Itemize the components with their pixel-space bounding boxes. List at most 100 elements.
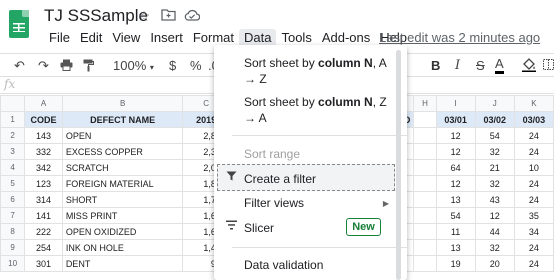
strikethrough-button[interactable]: S [476,57,485,74]
table-cell[interactable]: 03/01 [435,111,476,128]
table-cell[interactable]: 254 [24,239,63,256]
bold-button[interactable]: B [431,57,440,74]
table-cell[interactable]: 314 [24,191,63,208]
menu-insert[interactable]: Insert [145,29,188,48]
paint-format-icon[interactable] [83,57,94,76]
table-cell[interactable]: 35 [513,207,554,224]
table-cell[interactable]: 12 [474,207,515,224]
table-cell[interactable] [413,223,437,240]
table-cell[interactable]: 19 [435,255,476,272]
table-cell[interactable]: 24 [513,239,554,256]
text-color-button[interactable]: A [495,57,504,74]
table-cell[interactable]: 12 [435,127,476,144]
italic-button[interactable]: I [455,57,460,74]
percent-button[interactable]: % [190,57,202,74]
column-header[interactable]: A [24,95,63,112]
row-header[interactable]: 4 [0,159,26,176]
table-cell[interactable]: 143 [24,127,63,144]
table-cell[interactable]: DEFECT NAME [61,111,184,128]
table-cell[interactable]: 24 [513,255,554,272]
menu-view[interactable]: View [107,29,145,48]
row-header[interactable]: 2 [0,127,26,144]
star-icon[interactable]: ☆ [136,8,152,25]
table-cell[interactable]: 32 [474,175,515,192]
table-cell[interactable]: 20 [474,255,515,272]
table-cell[interactable]: OPEN OXIDIZED [61,223,184,240]
table-cell[interactable] [413,207,437,224]
table-cell[interactable]: 301 [24,255,63,272]
menu-file[interactable]: File [44,29,75,48]
menu-edit[interactable]: Edit [75,29,107,48]
undo-icon[interactable]: ↶ [14,57,25,74]
table-cell[interactable]: 332 [24,143,63,160]
row-header[interactable]: 8 [0,223,26,240]
table-cell[interactable]: 24 [513,143,554,160]
row-header[interactable]: 10 [0,255,26,272]
borders-icon[interactable] [543,57,554,75]
menu-item-filter-views[interactable]: Filter views [214,195,407,211]
select-all-corner[interactable] [0,95,26,112]
table-cell[interactable]: 24 [513,127,554,144]
table-cell[interactable] [413,175,437,192]
row-header[interactable]: 7 [0,207,26,224]
print-icon[interactable] [60,57,73,75]
menu-item-create-filter[interactable]: Create a filter [214,171,407,187]
table-cell[interactable]: 11 [435,223,476,240]
document-title[interactable]: TJ SSSample [44,6,148,26]
table-cell[interactable]: 54 [474,127,515,144]
table-cell[interactable]: 24 [513,175,554,192]
table-cell[interactable]: 43 [474,191,515,208]
menu-item-sort-sheet-az[interactable]: Sort sheet by column N, A → Z [214,55,407,87]
row-header[interactable]: 3 [0,143,26,160]
column-header[interactable]: B [61,95,184,112]
table-cell[interactable]: OPEN [61,127,184,144]
table-cell[interactable]: 222 [24,223,63,240]
redo-icon[interactable]: ↷ [38,57,49,74]
table-cell[interactable]: 10 [513,159,554,176]
row-header[interactable]: 9 [0,239,26,256]
table-cell[interactable] [413,191,437,208]
table-cell[interactable]: 21 [474,159,515,176]
column-header[interactable]: K [513,95,554,112]
row-header[interactable]: 5 [0,175,26,192]
sheets-logo-icon[interactable] [9,10,29,38]
table-cell[interactable]: FOREIGN MATERIAL [61,175,184,192]
table-cell[interactable]: 342 [24,159,63,176]
table-cell[interactable]: 24 [513,191,554,208]
table-cell[interactable]: 12 [435,175,476,192]
table-cell[interactable] [413,255,437,272]
menu-item-data-validation[interactable]: Data validation [214,257,407,273]
table-cell[interactable]: 03/03 [513,111,554,128]
table-cell[interactable]: 123 [24,175,63,192]
table-cell[interactable]: MISS PRINT [61,207,184,224]
last-edit-link[interactable]: Last edit was 2 minutes ago [379,30,540,45]
column-header[interactable]: H [413,95,437,112]
table-cell[interactable] [413,239,437,256]
table-cell[interactable]: 03/02 [474,111,515,128]
row-header[interactable]: 1 [0,111,26,128]
table-cell[interactable] [413,127,437,144]
table-cell[interactable] [413,159,437,176]
table-cell[interactable]: 54 [435,207,476,224]
table-cell[interactable]: 32 [474,239,515,256]
move-to-folder-icon[interactable] [160,8,176,25]
row-header[interactable]: 6 [0,191,26,208]
zoom-select[interactable]: 100% ▾ [113,57,154,76]
table-cell[interactable]: 12 [435,143,476,160]
cloud-saved-icon[interactable] [184,8,201,25]
table-cell[interactable]: 34 [513,223,554,240]
table-cell[interactable]: 141 [24,207,63,224]
table-cell[interactable]: INK ON HOLE [61,239,184,256]
table-cell[interactable]: EXCESS COPPER [61,143,184,160]
table-cell[interactable]: 44 [474,223,515,240]
table-cell[interactable]: DENT [61,255,184,272]
currency-button[interactable]: $ [169,57,176,74]
table-cell[interactable]: 64 [435,159,476,176]
table-cell[interactable]: SHORT [61,191,184,208]
table-cell[interactable]: 13 [435,239,476,256]
table-cell[interactable]: SCRATCH [61,159,184,176]
table-cell[interactable]: CODE [24,111,63,128]
menu-item-sort-sheet-za[interactable]: Sort sheet by column N, Z → A [214,94,407,126]
table-cell[interactable] [413,111,437,128]
table-cell[interactable]: 32 [474,143,515,160]
